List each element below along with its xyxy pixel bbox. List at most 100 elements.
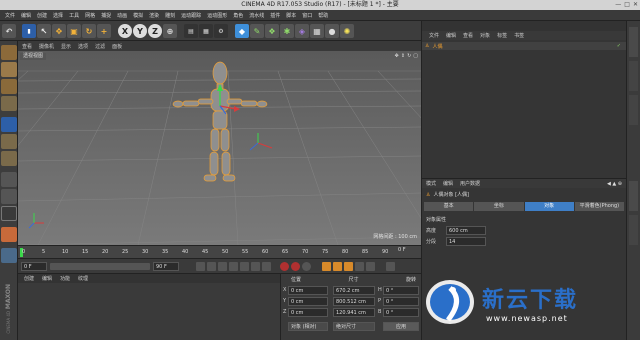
timeline-menu-icon[interactable]	[386, 262, 395, 271]
texture-mode-icon[interactable]	[1, 79, 17, 94]
render-picture-viewer-icon[interactable]: ▦	[199, 24, 213, 38]
segments-field[interactable]: 14	[446, 237, 486, 246]
layer-icon[interactable]	[1, 248, 17, 263]
preview-range-slider[interactable]	[50, 263, 150, 270]
snap-icon[interactable]	[1, 206, 17, 221]
menu-plugins[interactable]: 插件	[267, 12, 283, 19]
keyframe-selection-icon[interactable]	[302, 262, 311, 271]
next-key-icon[interactable]	[251, 262, 260, 271]
size-z-field[interactable]: 120.941 cm	[333, 308, 375, 317]
visibility-check-icon[interactable]: ✓	[617, 43, 621, 49]
array-icon[interactable]: ✱	[280, 24, 294, 38]
render-view-icon[interactable]: ▤	[184, 24, 198, 38]
object-menu-view[interactable]: 查看	[463, 32, 473, 39]
material-menu-texture[interactable]: 纹理	[78, 275, 88, 282]
rotation-h-field[interactable]: 0 °	[383, 286, 419, 295]
maximize-button[interactable]: □	[624, 1, 630, 9]
key-rotation-icon[interactable]	[344, 262, 353, 271]
viewport-menu-panel[interactable]: 面板	[112, 43, 122, 50]
key-scale-icon[interactable]	[333, 262, 342, 271]
workplane-icon[interactable]	[1, 96, 17, 111]
undo-icon[interactable]: ↶	[2, 24, 16, 38]
record-icon[interactable]	[280, 262, 289, 271]
floor-icon[interactable]: ▦	[310, 24, 324, 38]
viewport-menu-cameras[interactable]: 摄像机	[39, 43, 54, 50]
object-menu-bookmarks[interactable]: 书签	[514, 32, 524, 39]
scale-icon[interactable]: ▣	[67, 24, 81, 38]
live-select-icon[interactable]: ▮	[22, 24, 36, 38]
object-menu-file[interactable]: 文件	[429, 32, 439, 39]
rotation-b-field[interactable]: 0 °	[383, 308, 419, 317]
material-menu-function[interactable]: 功能	[60, 275, 70, 282]
menu-sculpt[interactable]: 雕刻	[162, 12, 178, 19]
sculpt-icon[interactable]	[1, 227, 17, 242]
object-row-mannequin[interactable]: ♙ 人偶 ✓	[422, 42, 627, 50]
viewport-menu-view[interactable]: 查看	[22, 43, 32, 50]
prev-frame-icon[interactable]	[218, 262, 227, 271]
object-menu-tags[interactable]: 标签	[497, 32, 507, 39]
minimize-button[interactable]: —	[615, 1, 621, 9]
rotate-icon[interactable]: ↻	[82, 24, 96, 38]
attributes-menu-edit[interactable]: 编辑	[443, 180, 453, 187]
go-start-icon[interactable]	[196, 262, 205, 271]
menu-window[interactable]: 窗口	[299, 12, 315, 19]
z-axis-lock-button[interactable]: Z	[148, 24, 162, 38]
content-browser-tab[interactable]	[629, 61, 638, 91]
size-y-field[interactable]: 800.512 cm	[333, 297, 375, 306]
material-menu-create[interactable]: 创建	[24, 275, 34, 282]
model-mode-icon[interactable]	[1, 62, 17, 77]
menu-create[interactable]: 创建	[34, 12, 50, 19]
height-field[interactable]: 600 cm	[446, 226, 486, 235]
size-x-field[interactable]: 670.2 cm	[333, 286, 375, 295]
menu-file[interactable]: 文件	[2, 12, 18, 19]
pen-spline-icon[interactable]: ✎	[250, 24, 264, 38]
object-menu-objects[interactable]: 对象	[480, 32, 490, 39]
attributes-tab[interactable]	[629, 181, 638, 211]
coordinate-mode-dropdown[interactable]: 对象 (相对)	[288, 322, 328, 331]
menu-help[interactable]: 帮助	[315, 12, 331, 19]
menu-mesh[interactable]: 网格	[82, 12, 98, 19]
close-button[interactable]: ✕	[633, 1, 638, 9]
tab-coordinates[interactable]: 坐标	[474, 202, 524, 211]
menu-motion-tracking[interactable]: 运动跟踪	[178, 12, 204, 19]
go-end-icon[interactable]	[262, 262, 271, 271]
deformer-icon[interactable]: ◈	[295, 24, 309, 38]
x-axis-lock-button[interactable]: X	[118, 24, 132, 38]
render-settings-icon[interactable]: ⚙	[214, 24, 228, 38]
zoom-icon[interactable]: ⇕	[401, 53, 405, 59]
menu-snap[interactable]: 捕捉	[98, 12, 114, 19]
key-position-icon[interactable]	[322, 262, 331, 271]
move-icon[interactable]: ✥	[52, 24, 66, 38]
axis-mode-icon[interactable]	[1, 172, 17, 187]
recent-tools-icon[interactable]: +	[97, 24, 111, 38]
menu-mograph[interactable]: 运动图形	[204, 12, 230, 19]
position-x-field[interactable]: 0 cm	[288, 286, 328, 295]
attributes-menu-userdata[interactable]: 用户数据	[460, 180, 480, 187]
menu-select[interactable]: 选择	[50, 12, 66, 19]
nav-arrows-icon[interactable]: ◀ ▲ ⊕	[607, 181, 622, 187]
tab-basic[interactable]: 基本	[424, 202, 474, 211]
position-z-field[interactable]: 0 cm	[288, 308, 328, 317]
material-menu-edit[interactable]: 编辑	[42, 275, 52, 282]
attributes-menu-mode[interactable]: 模式	[426, 180, 436, 187]
menu-script[interactable]: 脚本	[283, 12, 299, 19]
object-menu-edit[interactable]: 编辑	[446, 32, 456, 39]
make-editable-icon[interactable]	[1, 45, 17, 60]
tab-object[interactable]: 对象	[524, 202, 574, 211]
light-icon[interactable]: ✺	[340, 24, 354, 38]
cube-icon[interactable]: ◆	[235, 24, 249, 38]
menu-tools[interactable]: 工具	[66, 12, 82, 19]
y-axis-lock-button[interactable]: Y	[133, 24, 147, 38]
orbit-icon[interactable]: ↻	[407, 53, 411, 59]
points-mode-icon[interactable]	[1, 117, 17, 132]
viewport-menu-display[interactable]: 显示	[61, 43, 71, 50]
viewport-menu-filter[interactable]: 过滤	[95, 43, 105, 50]
polygons-mode-icon[interactable]	[1, 151, 17, 166]
position-y-field[interactable]: 0 cm	[288, 297, 328, 306]
menu-render[interactable]: 渲染	[146, 12, 162, 19]
key-pla-icon[interactable]	[366, 262, 375, 271]
menu-animate[interactable]: 动画	[114, 12, 130, 19]
subdivision-icon[interactable]: ❖	[265, 24, 279, 38]
end-frame-field[interactable]: 90 F	[153, 262, 179, 271]
camera-icon[interactable]: ●	[325, 24, 339, 38]
